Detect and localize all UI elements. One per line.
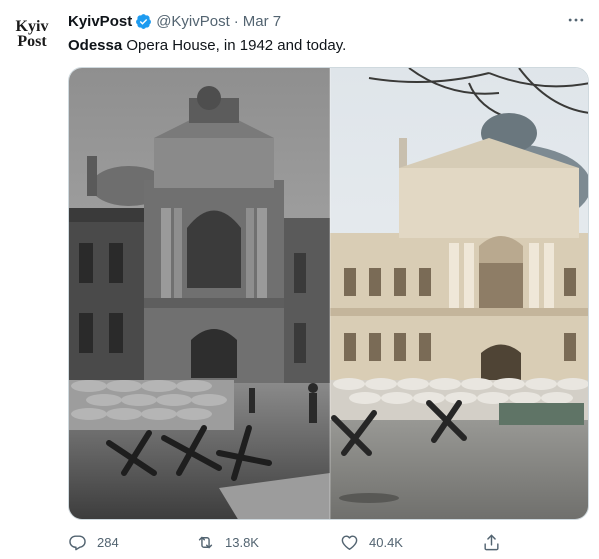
author-name[interactable]: KyivPost [68,13,132,30]
share-button[interactable] [482,528,511,556]
tweet-actions: 284 13.8K 40.4K [68,528,548,556]
reply-icon [69,534,86,550]
like-button[interactable]: 40.4K [340,528,403,556]
avatar-line2: Post [17,33,47,50]
retweet-count: 13.8K [225,534,259,550]
retweet-icon [198,536,213,548]
like-icon [341,534,358,550]
tweet[interactable]: Kyiv Post KyivPost @KyivPost · Mar 7 Ode… [0,0,599,559]
avatar-line1: Kyiv [15,18,49,35]
photo-today-half [330,68,588,519]
photo-1942-half [69,68,330,519]
like-count: 40.4K [369,534,403,550]
tweet-date[interactable]: Mar 7 [243,13,281,30]
tweet-text: Odessa Opera House, in 1942 and today. [68,36,346,56]
tweet-media-photo[interactable] [68,67,589,520]
verified-badge-icon [136,13,152,29]
reply-count: 284 [97,534,119,550]
avatar[interactable]: Kyiv Post [8,10,56,58]
tweet-text-rest: Opera House, in 1942 and today. [122,37,347,54]
retweet-button[interactable]: 13.8K [196,528,259,556]
separator-dot: · [233,12,239,30]
more-icon[interactable] [566,10,586,30]
tweet-text-bold: Odessa [68,37,123,54]
share-icon [484,534,499,550]
reply-button[interactable]: 284 [68,528,119,556]
tweet-header: KyivPost @KyivPost · Mar 7 [68,10,281,32]
author-handle[interactable]: @KyivPost [156,13,230,30]
